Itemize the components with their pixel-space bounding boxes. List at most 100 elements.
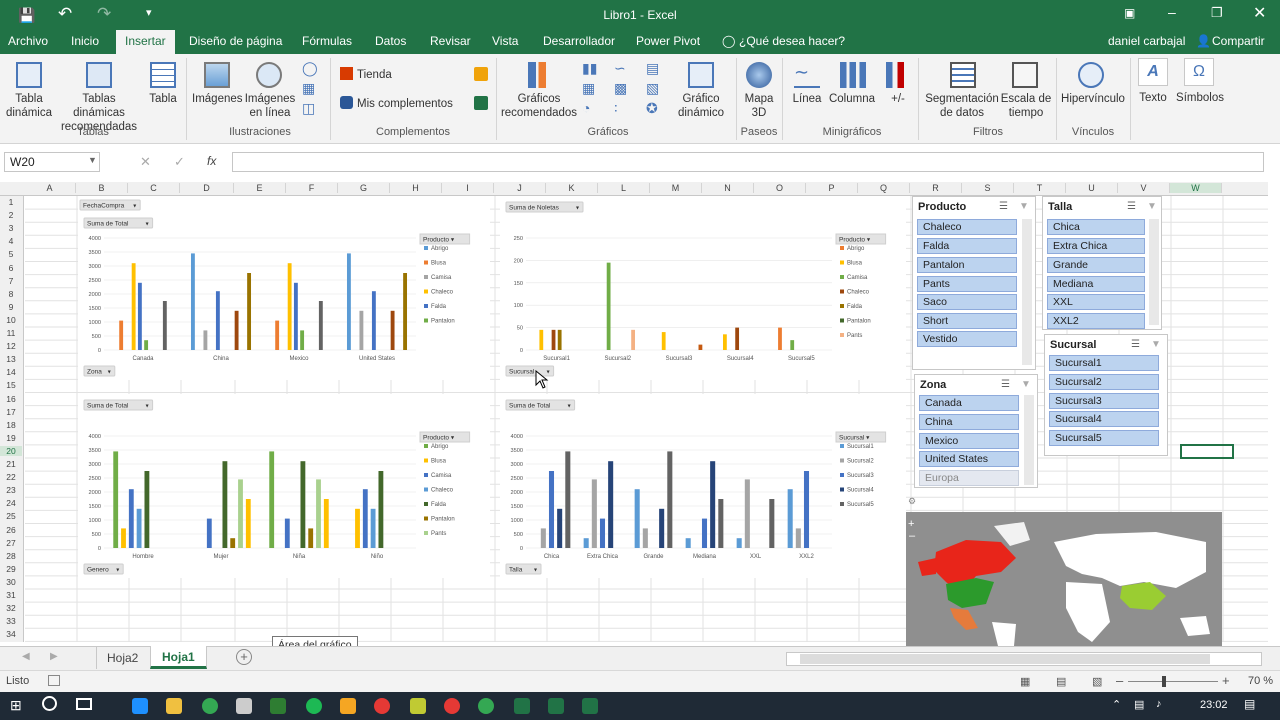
axis-filter-pill[interactable]: Zona ▾: [83, 365, 116, 377]
pivot-chart-genero[interactable]: Suma de Total ▾ Genero ▾ 0 500 1000 1500 2000 250…: [78, 394, 490, 578]
selected-cell[interactable]: [1180, 444, 1234, 459]
column-header[interactable]: P: [806, 183, 858, 193]
tab-inicio[interactable]: Inicio: [71, 34, 99, 48]
axis-filter-pill[interactable]: Genero ▾: [83, 563, 124, 575]
minimize-icon[interactable]: –: [1168, 4, 1176, 20]
column-header[interactable]: O: [754, 183, 806, 193]
zoom-out-button[interactable]: –: [1116, 673, 1123, 688]
shapes-icon[interactable]: ◯: [302, 60, 318, 77]
map-chart[interactable]: [906, 512, 1222, 646]
slicer-item[interactable]: Canada: [919, 395, 1019, 411]
legend-title-pill[interactable]: Sucursal ▾: [835, 431, 887, 443]
symbols-icon[interactable]: Ω: [1184, 58, 1214, 86]
slicer-item[interactable]: XXL: [1047, 294, 1145, 310]
formula-input[interactable]: [232, 152, 1264, 172]
slicer-item[interactable]: Short: [917, 313, 1017, 329]
row-header[interactable]: 27: [0, 538, 22, 548]
row-header[interactable]: 14: [0, 367, 22, 377]
row-header[interactable]: 3: [0, 223, 22, 233]
slicer-item[interactable]: Saco: [917, 294, 1017, 310]
multiselect-icon[interactable]: ☰: [1127, 201, 1136, 212]
pictures-icon[interactable]: [204, 62, 230, 88]
pivot-table-icon[interactable]: [16, 62, 42, 88]
slicer-item-disabled[interactable]: Europa: [919, 470, 1019, 486]
row-header[interactable]: 15: [0, 380, 22, 390]
clear-filter-icon[interactable]: ▼: [1147, 201, 1157, 212]
slicer-item[interactable]: Vestido: [917, 331, 1017, 347]
slicer-zona[interactable]: Zona ☰ ▼ Canada China Mexico United Stat…: [914, 374, 1038, 488]
column-header[interactable]: V: [1118, 183, 1170, 193]
row-header[interactable]: 4: [0, 236, 22, 246]
slicer-button[interactable]: Segmentación de datos: [922, 92, 1002, 120]
filter-pill[interactable]: FechaCompra ▾: [79, 199, 141, 211]
multiselect-icon[interactable]: ☰: [1001, 379, 1010, 390]
statistic-chart-icon[interactable]: ▩: [614, 80, 627, 97]
axis-filter-pill[interactable]: Talla ▾: [505, 563, 542, 575]
slicer-item[interactable]: Sucursal3: [1049, 393, 1159, 409]
row-header[interactable]: 22: [0, 472, 22, 482]
zoom-level[interactable]: 70 %: [1248, 675, 1273, 687]
column-header[interactable]: I: [442, 183, 494, 193]
pie-chart-icon[interactable]: ◔: [582, 100, 590, 116]
row-header[interactable]: 16: [0, 394, 22, 404]
sparkline-winloss-icon[interactable]: [886, 62, 912, 88]
scatter-chart-icon[interactable]: ∶: [614, 100, 618, 117]
row-header[interactable]: 1: [0, 197, 22, 207]
value-pill[interactable]: Suma de Total ▾: [505, 399, 576, 411]
pivot-chart-button[interactable]: Gráfico dinámico: [672, 92, 730, 120]
zoom-in-button[interactable]: +: [1222, 673, 1230, 688]
tab-desarrollador[interactable]: Desarrollador: [543, 34, 615, 48]
pivot-chart-zona[interactable]: FechaCompra ▾ Suma de Total ▾ Zona ▾ 0 500 1000 1…: [78, 196, 490, 380]
slicer-item[interactable]: Grande: [1047, 257, 1145, 273]
ribbon-display-icon[interactable]: ▣: [1124, 6, 1135, 20]
enter-icon[interactable]: ✓: [174, 154, 185, 170]
symbols-button[interactable]: Símbolos: [1174, 91, 1226, 105]
sparkline-winloss-button[interactable]: +/-: [880, 92, 916, 106]
column-header[interactable]: D: [180, 183, 234, 193]
excel-icon[interactable]: [582, 698, 598, 714]
zoom-out-icon[interactable]: –: [909, 530, 915, 542]
normal-view-icon[interactable]: ▦: [1020, 675, 1030, 688]
tab-formulas[interactable]: Fórmulas: [302, 34, 352, 48]
row-header[interactable]: 26: [0, 525, 22, 535]
slicer-item[interactable]: China: [919, 414, 1019, 430]
row-header[interactable]: 23: [0, 485, 22, 495]
app-icon[interactable]: [270, 698, 286, 714]
sheet-tab-hoja1[interactable]: Hoja1: [150, 646, 207, 669]
store-icon[interactable]: [340, 67, 353, 80]
line-chart-icon[interactable]: ∽: [614, 60, 626, 77]
horizontal-scroll-thumb[interactable]: [800, 654, 1210, 664]
my-addins-icon[interactable]: [340, 96, 353, 109]
hierarchy-chart-icon[interactable]: ▦: [582, 80, 595, 97]
online-pictures-icon[interactable]: [256, 62, 282, 88]
media-icon[interactable]: [340, 698, 356, 714]
smartart-icon[interactable]: ▦: [302, 80, 315, 97]
app-icon[interactable]: [410, 698, 426, 714]
column-header[interactable]: S: [962, 183, 1014, 193]
clear-filter-icon[interactable]: ▼: [1021, 379, 1031, 390]
row-header[interactable]: 7: [0, 276, 22, 286]
column-header[interactable]: E: [234, 183, 286, 193]
customize-toolbar-icon[interactable]: ▾: [146, 6, 152, 19]
recommended-pivot-icon[interactable]: [86, 62, 112, 88]
pivot-table-button[interactable]: Tabla dinámica: [4, 92, 54, 120]
row-header[interactable]: 33: [0, 616, 22, 626]
redo-icon[interactable]: ↷: [97, 4, 111, 24]
page-break-icon[interactable]: ▧: [1092, 675, 1102, 688]
column-header[interactable]: C: [128, 183, 180, 193]
slicer-item[interactable]: Sucursal1: [1049, 355, 1159, 371]
column-header[interactable]: M: [650, 183, 702, 193]
slicer-item[interactable]: Sucursal4: [1049, 411, 1159, 427]
slicer-item[interactable]: Chica: [1047, 219, 1145, 235]
text-icon[interactable]: A: [1138, 58, 1168, 86]
pivot-chart-sucursal[interactable]: Suma de Noletas ▾ Sucursal ▾ 0 50 100 150 200 250…: [500, 196, 906, 380]
value-pill[interactable]: Suma de Total ▾: [83, 217, 154, 229]
hyperlink-icon[interactable]: [1078, 62, 1104, 88]
row-header[interactable]: 11: [0, 328, 22, 338]
prev-sheet-icon[interactable]: ◀: [22, 651, 30, 662]
text-button[interactable]: Texto: [1134, 91, 1172, 105]
slicer-scrollbar[interactable]: [1149, 219, 1159, 325]
settings-icon[interactable]: ⚙: [908, 496, 916, 507]
app-icon[interactable]: [444, 698, 460, 714]
undo-icon[interactable]: ↶: [58, 4, 72, 24]
